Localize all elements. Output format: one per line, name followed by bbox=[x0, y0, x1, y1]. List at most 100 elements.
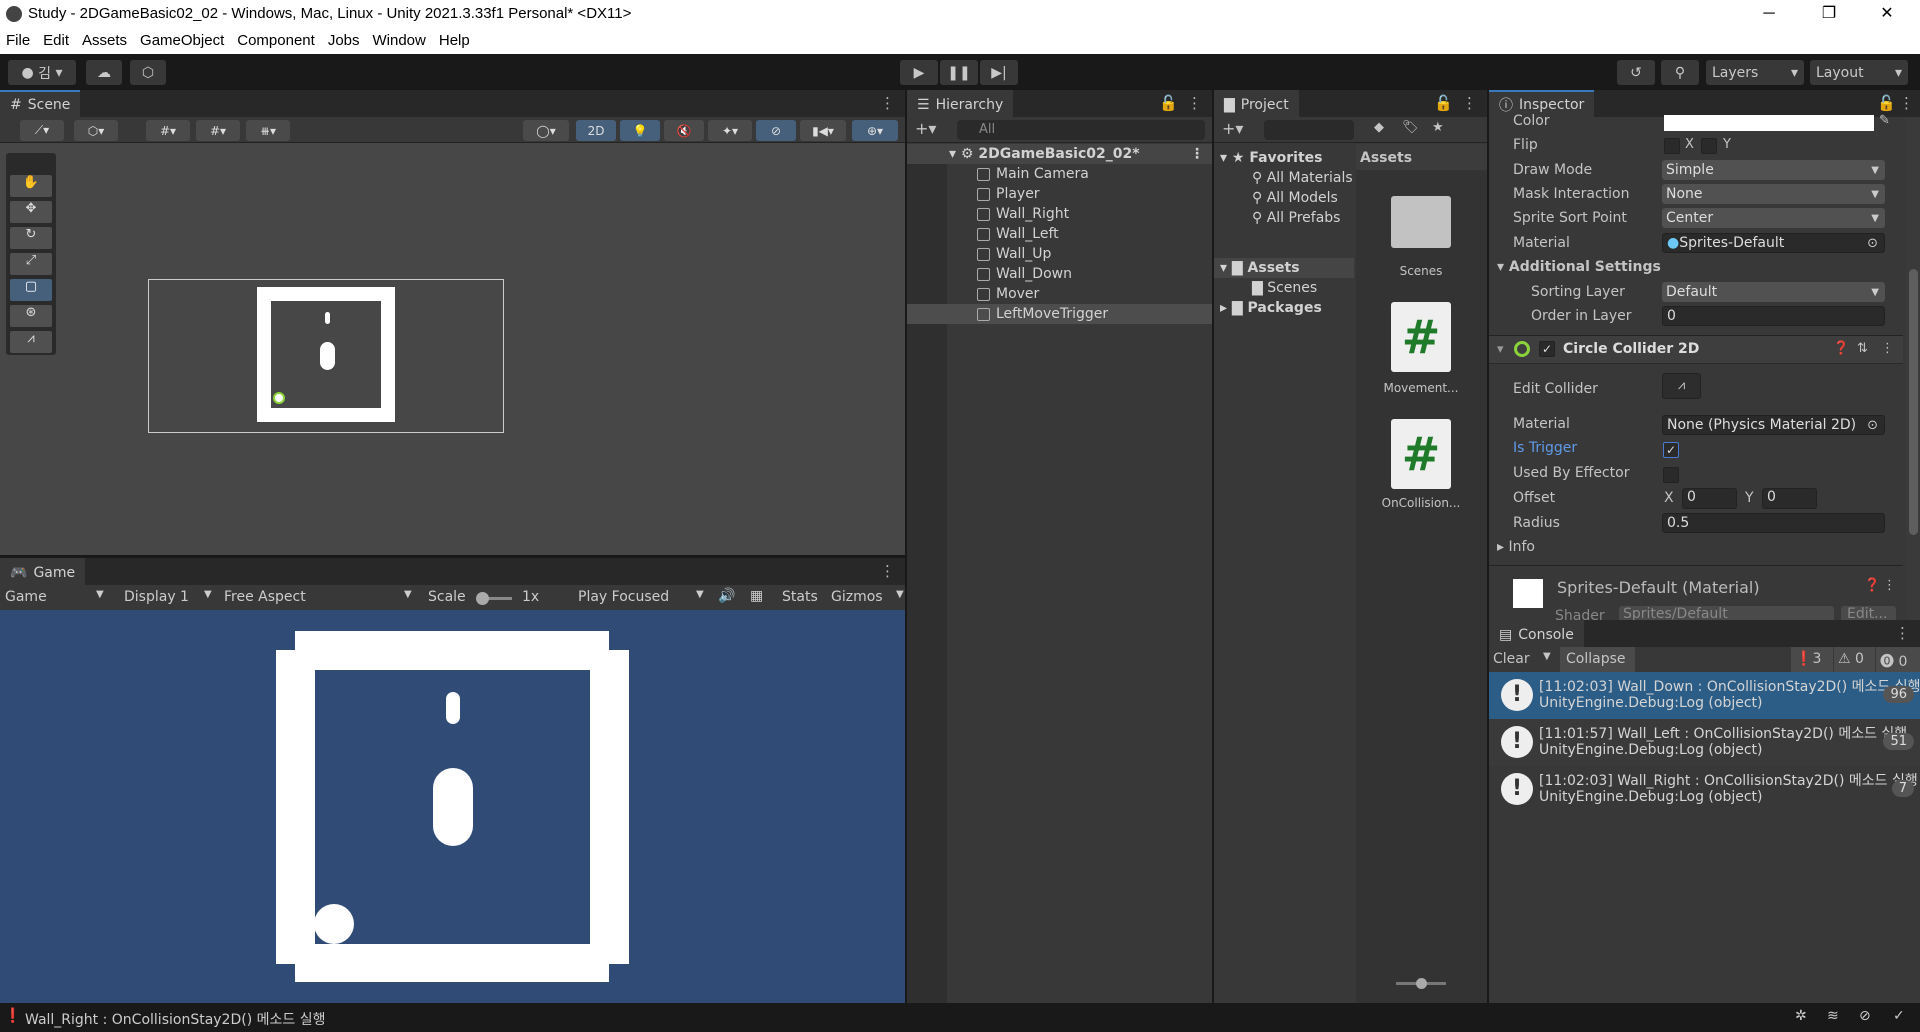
menu-help[interactable]: Help bbox=[439, 32, 470, 49]
audio-icon[interactable]: 🔊 bbox=[718, 588, 735, 604]
hierarchy-item[interactable]: Wall_Down bbox=[907, 264, 1212, 284]
help-icon[interactable]: ❓ bbox=[1833, 341, 1849, 356]
asset-label[interactable]: Scenes bbox=[1356, 264, 1486, 278]
tab-console[interactable]: ▤ Console bbox=[1489, 620, 1584, 647]
hierarchy-item[interactable]: Main Camera bbox=[907, 164, 1212, 184]
hand-tool-icon[interactable]: ✋ bbox=[10, 175, 52, 197]
inspector-scrollbar[interactable] bbox=[1906, 117, 1920, 620]
audio-button[interactable]: 🔇 bbox=[664, 120, 704, 141]
camera-button[interactable]: ▮◀ ▾ bbox=[800, 120, 846, 141]
tab-game[interactable]: 🎮 Game bbox=[0, 558, 86, 585]
order-input[interactable]: 0 bbox=[1662, 306, 1885, 326]
eyedropper-icon[interactable]: ✎ bbox=[1879, 113, 1890, 128]
lock-icon[interactable]: 🔓 bbox=[1434, 94, 1453, 112]
console-entry[interactable]: ! [11:01:57] Wall_Left : OnCollisionStay2… bbox=[1489, 719, 1920, 766]
assets-node[interactable]: ▾ ▇ Assets bbox=[1214, 258, 1354, 278]
radius-input[interactable]: 0.5 bbox=[1662, 513, 1885, 533]
pause-button[interactable]: ❚❚ bbox=[940, 60, 978, 85]
play-mode-dropdown[interactable]: Play Focused bbox=[578, 589, 669, 605]
draw-mode-button[interactable]: ⟋▾ bbox=[20, 120, 64, 141]
clear-options-dropdown[interactable]: ▼ bbox=[1543, 651, 1551, 662]
add-button[interactable]: +▾ bbox=[1222, 119, 1243, 138]
console-entry[interactable]: ! [11:02:03] Wall_Right : OnCollisionStay… bbox=[1489, 766, 1920, 813]
asset-label[interactable]: OnCollision... bbox=[1356, 496, 1486, 510]
minimize-button[interactable]: ─ bbox=[1746, 0, 1792, 27]
warning-filter-button[interactable]: ⚠ 0 bbox=[1834, 647, 1875, 672]
scale-slider-handle[interactable] bbox=[476, 592, 489, 605]
menu-jobs[interactable]: Jobs bbox=[328, 32, 360, 49]
layers-dropdown[interactable]: Layers ▾ bbox=[1706, 60, 1804, 85]
game-mode-dropdown[interactable]: Game bbox=[5, 589, 47, 605]
hierarchy-item[interactable]: Player bbox=[907, 184, 1212, 204]
more-icon[interactable]: ⋮ bbox=[1187, 94, 1202, 112]
presets-icon[interactable]: ⇅ bbox=[1857, 341, 1868, 356]
csharp-script-icon[interactable]: # bbox=[1391, 302, 1451, 372]
fav-item[interactable]: ⚲ All Prefabs bbox=[1214, 208, 1354, 228]
history-button[interactable]: ↺ bbox=[1617, 60, 1655, 85]
cloud-button[interactable]: ☁ bbox=[86, 60, 122, 85]
visibility-button[interactable]: ⊘ bbox=[756, 120, 796, 141]
packages-node[interactable]: ▸ ▇ Packages bbox=[1214, 298, 1354, 318]
collab-button[interactable]: ⬡ bbox=[130, 60, 166, 85]
menu-file[interactable]: File bbox=[6, 32, 30, 49]
log-filter-button[interactable]: ❗3 bbox=[1791, 647, 1833, 672]
aspect-dropdown[interactable]: Free Aspect bbox=[224, 589, 306, 605]
hierarchy-item[interactable]: Wall_Left bbox=[907, 224, 1212, 244]
color-field[interactable] bbox=[1664, 115, 1874, 131]
layout-dropdown[interactable]: Layout ▾ bbox=[1810, 60, 1908, 85]
debug-icon[interactable]: ✲ bbox=[1795, 1008, 1807, 1024]
lighting-status-icon[interactable]: ⊘ bbox=[1859, 1008, 1871, 1024]
error-filter-button[interactable]: ⓿ 0 bbox=[1876, 647, 1920, 672]
snap-button[interactable]: #▾ bbox=[196, 120, 240, 141]
star-icon[interactable]: ★ bbox=[1432, 120, 1444, 135]
menu-edit[interactable]: Edit bbox=[43, 32, 69, 49]
increment-button[interactable]: ⧻▾ bbox=[246, 120, 290, 141]
fav-item[interactable]: ⚲ All Materials bbox=[1214, 168, 1354, 188]
transform-tool-icon[interactable]: ⊛ bbox=[10, 305, 52, 327]
scene-root[interactable]: ▾ ⚙ 2DGameBasic02_02* ⋮ bbox=[907, 144, 1212, 164]
more-icon[interactable]: ⋮ bbox=[1462, 94, 1477, 112]
fav-item[interactable]: ⚲ All Models bbox=[1214, 188, 1354, 208]
menu-window[interactable]: Window bbox=[373, 32, 426, 49]
grid-icon[interactable]: ▦ bbox=[750, 588, 763, 604]
collider-enabled-checkbox[interactable]: ✓ bbox=[1539, 341, 1555, 357]
account-button[interactable]: ● 김 ▾ bbox=[8, 60, 76, 85]
step-button[interactable]: ▶| bbox=[980, 60, 1018, 85]
hierarchy-item[interactable]: Wall_Up bbox=[907, 244, 1212, 264]
status-message[interactable]: Wall_Right : OnCollisionStay2D() 메소드 실행 bbox=[25, 1009, 325, 1029]
gizmos-button[interactable]: ⊕ ▾ bbox=[852, 120, 898, 141]
play-button[interactable]: ▶ bbox=[900, 60, 938, 85]
shader-dropdown[interactable]: Sprites/Default bbox=[1619, 606, 1834, 620]
material-field[interactable]: ● Sprites-Default ⊙ bbox=[1662, 233, 1885, 253]
hierarchy-item[interactable]: LeftMoveTrigger bbox=[907, 304, 1212, 324]
label-icon[interactable]: 🏷 bbox=[1402, 120, 1419, 135]
additional-settings-foldout[interactable]: ▾ Additional Settings bbox=[1497, 259, 1661, 275]
is-trigger-checkbox[interactable]: ✓ bbox=[1663, 442, 1679, 458]
help-icon[interactable]: ❓ bbox=[1864, 578, 1880, 593]
lock-icon[interactable]: 🔓 bbox=[1159, 94, 1178, 112]
hierarchy-item[interactable]: Wall_Right bbox=[907, 204, 1212, 224]
clear-button[interactable]: Clear bbox=[1493, 651, 1530, 667]
toggle-2d-button[interactable]: 2D bbox=[576, 120, 616, 141]
stats-button[interactable]: Stats bbox=[782, 589, 818, 605]
display-dropdown[interactable]: Display 1 bbox=[124, 589, 189, 605]
hierarchy-item[interactable]: Mover bbox=[907, 284, 1212, 304]
more-icon[interactable]: ⋮ bbox=[880, 94, 895, 112]
menu-component[interactable]: Component bbox=[237, 32, 315, 49]
shader-edit-button[interactable]: Edit... bbox=[1841, 606, 1896, 620]
asset-label[interactable]: Movement... bbox=[1356, 381, 1486, 395]
check-icon[interactable]: ✓ bbox=[1893, 1008, 1905, 1024]
circle-collider-header[interactable]: ▾ ✓ Circle Collider 2D ❓ ⇅ ⋮ bbox=[1489, 336, 1903, 364]
rect-tool-icon[interactable]: ▢ bbox=[10, 279, 52, 301]
filter-type-icon[interactable]: ◆ bbox=[1374, 120, 1384, 135]
tab-hierarchy[interactable]: ☰ Hierarchy bbox=[907, 90, 1014, 117]
info-foldout[interactable]: ▸ Info bbox=[1497, 539, 1535, 555]
collapse-icon[interactable]: ▾ bbox=[1497, 342, 1504, 357]
scale-slider[interactable] bbox=[476, 592, 512, 605]
tab-project[interactable]: ▇ Project bbox=[1214, 90, 1299, 117]
hierarchy-search-input[interactable]: All bbox=[957, 120, 1205, 140]
scene-viewport[interactable]: ✋ ✥ ↻ ⤢ ▢ ⊛ ⩘ bbox=[0, 143, 905, 555]
favorites-node[interactable]: ▾ ★ Favorites bbox=[1214, 148, 1354, 168]
move-tool-icon[interactable]: ✥ bbox=[10, 201, 52, 223]
more-icon[interactable]: ⋮ bbox=[1190, 146, 1204, 162]
